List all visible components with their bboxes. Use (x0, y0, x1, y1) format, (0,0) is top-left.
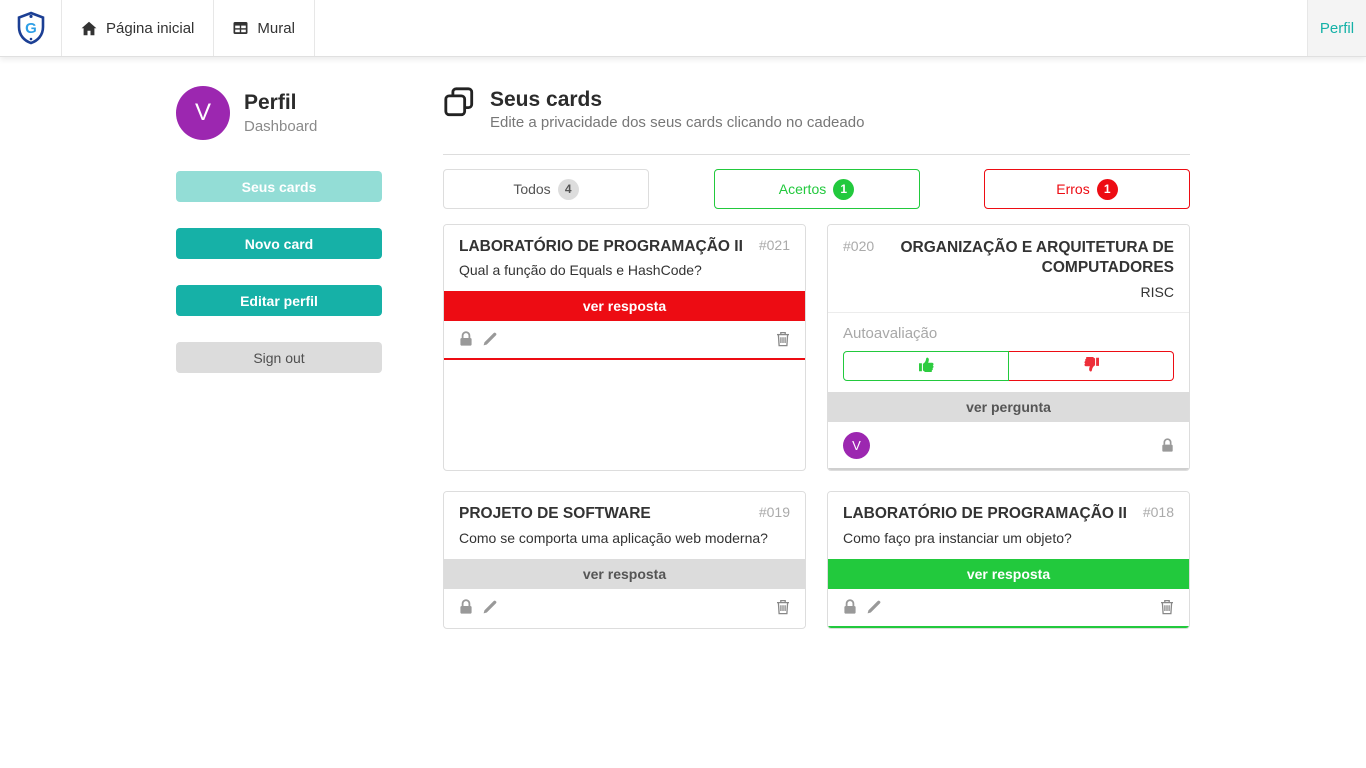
trash-icon[interactable] (776, 331, 790, 347)
nav-item-perfil[interactable]: Perfil (1307, 0, 1366, 56)
sidebar-button-novo-card[interactable]: Novo card (176, 228, 382, 259)
card-id: #019 (758, 504, 790, 521)
card-subject: ORGANIZAÇÃO E ARQUITETURA DE COMPUTADORE… (900, 239, 1174, 277)
main-header: Seus cards Edite a privacidade dos seus … (443, 86, 1190, 131)
flashcard-021: LABORATÓRIO DE PROGRAMAÇÃO II #021 Qual … (444, 225, 805, 361)
trash-icon[interactable] (1160, 599, 1174, 615)
main-content: Seus cards Edite a privacidade dos seus … (443, 86, 1190, 629)
filter-todos-button[interactable]: Todos 4 (443, 169, 649, 210)
flashcard-019: PROJETO DE SOFTWARE #019 Como se comport… (444, 492, 805, 626)
flashcard-020: #020 ORGANIZAÇÃO E ARQUITETURA DE COMPUT… (828, 225, 1189, 471)
card-avatar: V (843, 432, 870, 460)
cards-stack-icon (443, 86, 475, 123)
profile-text: Perfil Dashboard (244, 91, 317, 134)
filter-label: Erros (1056, 181, 1090, 198)
card-question: Como faço pra instanciar um objeto? (843, 529, 1072, 546)
card-id: #020 (843, 238, 875, 255)
card-footer: V (828, 422, 1189, 468)
home-icon (81, 21, 97, 36)
card-cell-021: LABORATÓRIO DE PROGRAMAÇÃO II #021 Qual … (443, 224, 806, 472)
sidebar: V Perfil Dashboard Seus cards Novo card … (176, 86, 382, 629)
filter-count-badge: 1 (833, 178, 855, 200)
card-footer (828, 589, 1189, 626)
sidebar-button-sign-out[interactable]: Sign out (176, 342, 382, 373)
autoeval-buttons (828, 351, 1189, 382)
avatar: V (176, 86, 230, 140)
card-header: PROJETO DE SOFTWARE #019 (444, 492, 805, 524)
lock-icon[interactable] (459, 598, 473, 615)
card-cell-020: #020 ORGANIZAÇÃO E ARQUITETURA DE COMPUT… (827, 224, 1190, 472)
card-subject: PROJETO DE SOFTWARE (459, 505, 651, 523)
filter-count-badge: 4 (557, 178, 579, 200)
autoeval-label: Autoavaliação (843, 325, 938, 343)
pencil-icon[interactable] (482, 599, 498, 615)
lock-icon[interactable] (459, 331, 473, 347)
card-question: Como se comporta uma aplicação web moder… (459, 529, 768, 546)
filter-label: Todos (513, 181, 551, 198)
card-cell-019: PROJETO DE SOFTWARE #019 Como se comport… (443, 491, 806, 629)
filter-label: Acertos (778, 181, 827, 198)
nav-item-pagina-inicial[interactable]: Página inicial (62, 0, 215, 56)
pencil-icon[interactable] (866, 599, 882, 615)
ver-resposta-button[interactable]: ver resposta (828, 558, 1189, 589)
nav-item-label: Página inicial (106, 19, 195, 37)
main-header-text: Seus cards Edite a privacidade dos seus … (490, 86, 864, 131)
nav-item-label: Perfil (1319, 19, 1355, 37)
card-question: Qual a função do Equals e HashCode? (459, 262, 702, 279)
page-subtitle: Edite a privacidade dos seus cards clica… (490, 114, 865, 132)
avatar-letter: V (852, 438, 861, 454)
filter-count-badge: 1 (1096, 178, 1118, 200)
thumbs-down-icon (1083, 357, 1100, 375)
profile-title: Perfil (244, 91, 297, 115)
thumbs-down-button[interactable] (1009, 351, 1174, 382)
card-answer: RISC (1140, 284, 1174, 301)
profile-subtitle: Dashboard (244, 117, 318, 135)
profile-block: V Perfil Dashboard (176, 86, 382, 140)
thumbs-up-icon (918, 357, 935, 375)
card-cell-018: LABORATÓRIO DE PROGRAMAÇÃO II #018 Como … (827, 491, 1190, 629)
filter-erros-button[interactable]: Erros 1 (984, 169, 1190, 210)
sidebar-button-editar-perfil[interactable]: Editar perfil (176, 285, 382, 316)
card-header: LABORATÓRIO DE PROGRAMAÇÃO II #021 (444, 225, 805, 257)
ver-pergunta-button[interactable]: ver pergunta (828, 392, 1189, 423)
thumbs-up-button[interactable] (843, 351, 1009, 382)
lock-icon[interactable] (1161, 438, 1174, 453)
page-body: V Perfil Dashboard Seus cards Novo card … (0, 57, 1366, 629)
filter-acertos-button[interactable]: Acertos 1 (713, 169, 920, 210)
lock-icon[interactable] (843, 598, 857, 615)
pencil-icon[interactable] (482, 331, 498, 347)
shield-logo-icon: G (15, 11, 47, 45)
card-header: LABORATÓRIO DE PROGRAMAÇÃO II #018 (828, 492, 1189, 524)
cards-grid: LABORATÓRIO DE PROGRAMAÇÃO II #021 Qual … (443, 224, 1190, 629)
avatar-letter: V (194, 99, 211, 126)
navbar-spacer (315, 0, 1307, 56)
card-id: #021 (758, 237, 790, 254)
svg-text:G: G (25, 20, 37, 37)
card-footer (444, 589, 805, 626)
card-id: #018 (1142, 504, 1174, 521)
grid-icon (233, 21, 248, 35)
card-subject: LABORATÓRIO DE PROGRAMAÇÃO II (459, 238, 743, 256)
card-header: #020 ORGANIZAÇÃO E ARQUITETURA DE COMPUT… (828, 225, 1189, 282)
page-title: Seus cards (490, 88, 603, 111)
navbar: G Página inicial Mural Perfil (0, 0, 1366, 57)
sidebar-button-seus-cards[interactable]: Seus cards (176, 171, 382, 202)
brand-logo[interactable]: G (0, 0, 62, 56)
flashcard-018: LABORATÓRIO DE PROGRAMAÇÃO II #018 Como … (828, 492, 1189, 628)
nav-item-label: Mural (257, 19, 295, 37)
card-footer (444, 321, 805, 358)
trash-icon[interactable] (776, 599, 790, 615)
card-subject: LABORATÓRIO DE PROGRAMAÇÃO II (843, 505, 1127, 523)
filter-bar: Todos 4 Acertos 1 Erros 1 (443, 154, 1190, 210)
ver-resposta-button[interactable]: ver resposta (444, 291, 805, 322)
ver-resposta-button[interactable]: ver resposta (444, 558, 805, 589)
nav-item-mural[interactable]: Mural (214, 0, 315, 56)
